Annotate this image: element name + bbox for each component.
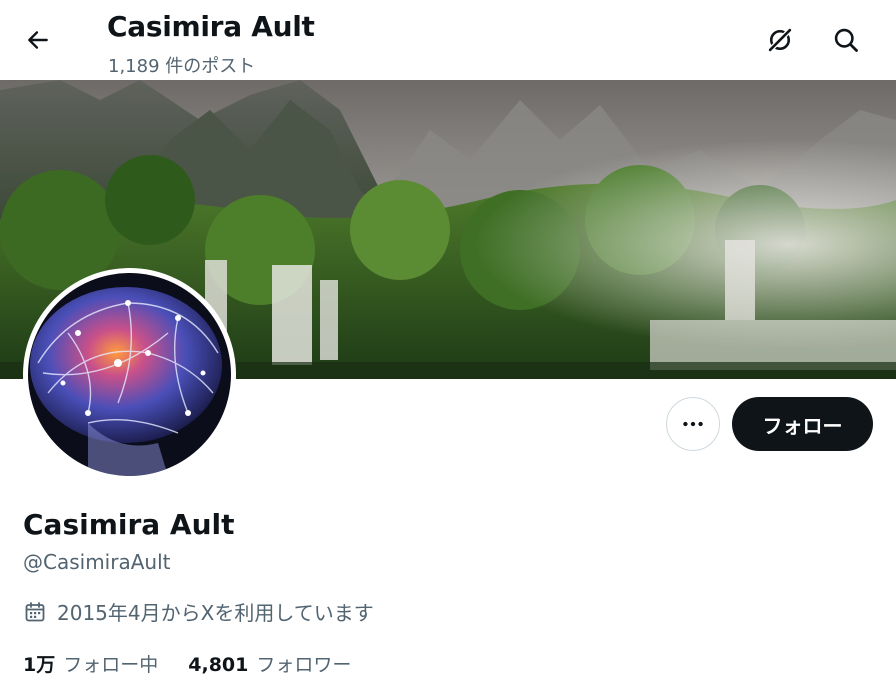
followers-label: フォロワー [256, 654, 352, 676]
profile-header: Casimira Ault 1,189 件のポスト [0, 0, 896, 80]
follow-button[interactable]: フォロー [732, 397, 873, 451]
more-options-button[interactable] [666, 397, 720, 451]
following-link[interactable]: 1万 フォロー中 [23, 650, 158, 677]
grok-slash-icon [767, 27, 793, 53]
more-horizontal-icon [683, 421, 703, 427]
grok-button[interactable] [762, 22, 798, 58]
user-handle: @CasimiraAult [23, 550, 171, 574]
avatar[interactable] [23, 268, 236, 481]
arrow-left-icon [28, 31, 48, 49]
followers-link[interactable]: 4,801 フォロワー [188, 650, 351, 677]
post-count: 1,189 件のポスト [108, 56, 256, 77]
avatar-brain-image [28, 273, 231, 476]
display-name: Casimira Ault [23, 508, 235, 541]
follow-stats: 1万 フォロー中 4,801 フォロワー [23, 650, 351, 677]
calendar-icon [23, 600, 47, 624]
followers-count: 4,801 [188, 654, 249, 676]
search-icon [834, 28, 858, 52]
following-count: 1万 [23, 654, 56, 676]
search-button[interactable] [828, 22, 864, 58]
join-date: 2015年4月からXを利用しています [23, 597, 374, 626]
join-date-text: 2015年4月からXを利用しています [57, 601, 374, 625]
following-label: フォロー中 [63, 654, 159, 676]
back-button[interactable] [18, 22, 58, 58]
header-title: Casimira Ault [107, 10, 315, 43]
